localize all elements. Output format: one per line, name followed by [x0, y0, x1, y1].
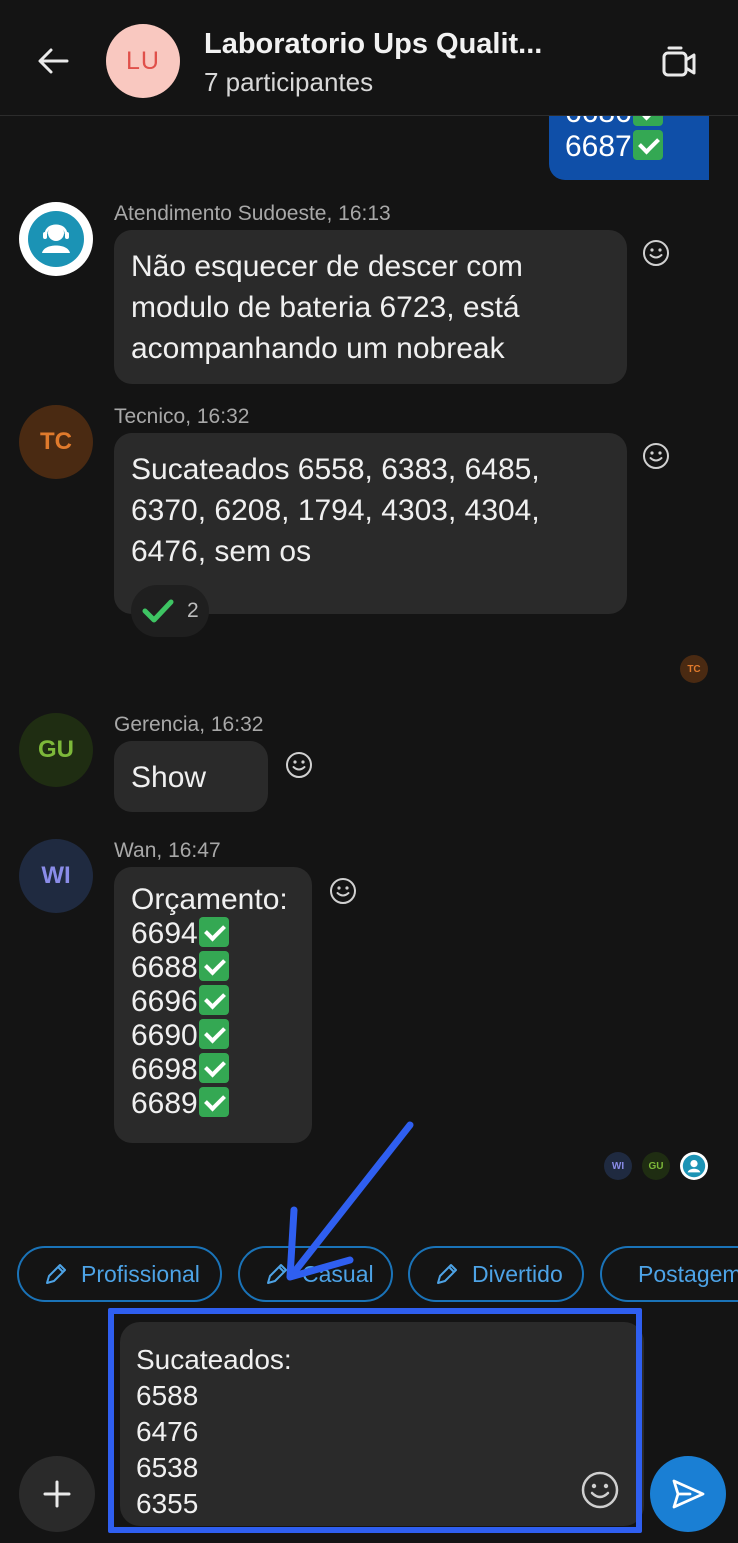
message-line: 6690 — [131, 1019, 295, 1053]
send-icon — [672, 1479, 705, 1509]
tone-chip-divertido[interactable]: Divertido — [408, 1246, 584, 1302]
check-mark-icon — [142, 599, 174, 623]
message-line: 6687 — [565, 130, 693, 164]
add-reaction-icon[interactable] — [641, 441, 671, 471]
message-line: 6698 — [131, 1053, 295, 1087]
tone-chip-profissional[interactable]: Profissional — [17, 1246, 222, 1302]
message-bubble[interactable]: Orçamento: 6694 6688 6696 6690 6698 6689 — [114, 867, 312, 1143]
pencil-icon — [267, 1264, 287, 1284]
support-agent-icon — [28, 211, 84, 267]
video-call-icon — [662, 46, 696, 77]
message-line: modulo de bateria 6723, está — [131, 291, 520, 324]
message-line: 6476, sem os — [131, 535, 312, 568]
pencil-icon — [437, 1264, 457, 1284]
add-reaction-icon[interactable] — [284, 750, 314, 780]
check-mark-icon — [198, 917, 229, 947]
chat-header: LU Laboratorio Ups Qualit... 7 participa… — [0, 0, 738, 116]
video-call-button[interactable] — [654, 38, 704, 88]
message-line: 6688 — [131, 951, 295, 985]
read-receipt-tc: TC — [680, 655, 708, 683]
tone-chip-casual[interactable]: Casual — [238, 1246, 393, 1302]
message-meta: Gerencia, 16:32 — [114, 713, 264, 736]
support-agent-icon — [682, 1154, 706, 1178]
message-line: 6370, 6208, 1794, 4303, 4304, — [131, 494, 540, 527]
read-receipt-atendimento — [680, 1152, 708, 1180]
arrow-left-icon — [38, 48, 69, 74]
check-mark-icon — [198, 985, 229, 1015]
check-mark-icon — [198, 1087, 229, 1117]
chat-title[interactable]: Laboratorio Ups Qualit... — [204, 28, 614, 61]
avatar-atendimento[interactable] — [19, 202, 93, 276]
pencil-icon — [46, 1264, 66, 1284]
message-meta: Wan, 16:47 — [114, 839, 221, 862]
add-reaction-icon[interactable] — [641, 238, 671, 268]
participants-count[interactable]: 7 participantes — [204, 67, 373, 98]
avatar-gerencia[interactable]: GU — [19, 713, 93, 787]
check-mark-icon — [198, 951, 229, 981]
check-mark-icon — [198, 1053, 229, 1083]
group-avatar[interactable]: LU — [106, 24, 180, 98]
back-button[interactable] — [28, 36, 78, 86]
input-line: 6476 — [136, 1416, 199, 1447]
message-bubble[interactable]: Show — [114, 741, 268, 812]
message-line: acompanhando um nobreak — [131, 332, 505, 365]
check-mark-icon — [198, 1019, 229, 1049]
message-line: 6696 — [131, 985, 295, 1019]
message-line: Orçamento: — [131, 883, 288, 916]
emoji-icon[interactable] — [580, 1470, 620, 1510]
message-line: Não esquecer de descer com — [131, 250, 523, 283]
attach-button[interactable] — [19, 1456, 95, 1532]
input-line: 6355 — [136, 1488, 199, 1519]
message-line: Show — [131, 761, 207, 794]
avatar-wan[interactable]: WI — [19, 839, 93, 913]
input-line: Sucateados: — [136, 1344, 292, 1375]
reaction-pill[interactable]: 2 — [131, 585, 209, 637]
avatar-tecnico[interactable]: TC — [19, 405, 93, 479]
input-line: 6538 — [136, 1452, 199, 1483]
read-receipt-gu: GU — [642, 1152, 670, 1180]
message-line: Sucateados 6558, 6383, 6485, — [131, 453, 540, 486]
send-button[interactable] — [650, 1456, 726, 1532]
input-line: 6588 — [136, 1380, 199, 1411]
read-receipt-wi: WI — [604, 1152, 632, 1180]
message-line: 6689 — [131, 1087, 295, 1121]
message-input[interactable]: Sucateados: 6588 6476 6538 6355 — [120, 1322, 644, 1526]
message-meta: Atendimento Sudoeste, 16:13 — [114, 202, 391, 225]
plus-icon — [43, 1480, 71, 1508]
reaction-count: 2 — [187, 599, 199, 622]
message-line: 6694 — [131, 917, 295, 951]
message-meta: Tecnico, 16:32 — [114, 405, 250, 428]
tone-chip-postagem[interactable]: Postagem — [600, 1246, 738, 1302]
message-bubble[interactable]: Não esquecer de descer com modulo de bat… — [114, 230, 627, 384]
check-mark-icon — [632, 130, 663, 160]
add-reaction-icon[interactable] — [328, 876, 358, 906]
